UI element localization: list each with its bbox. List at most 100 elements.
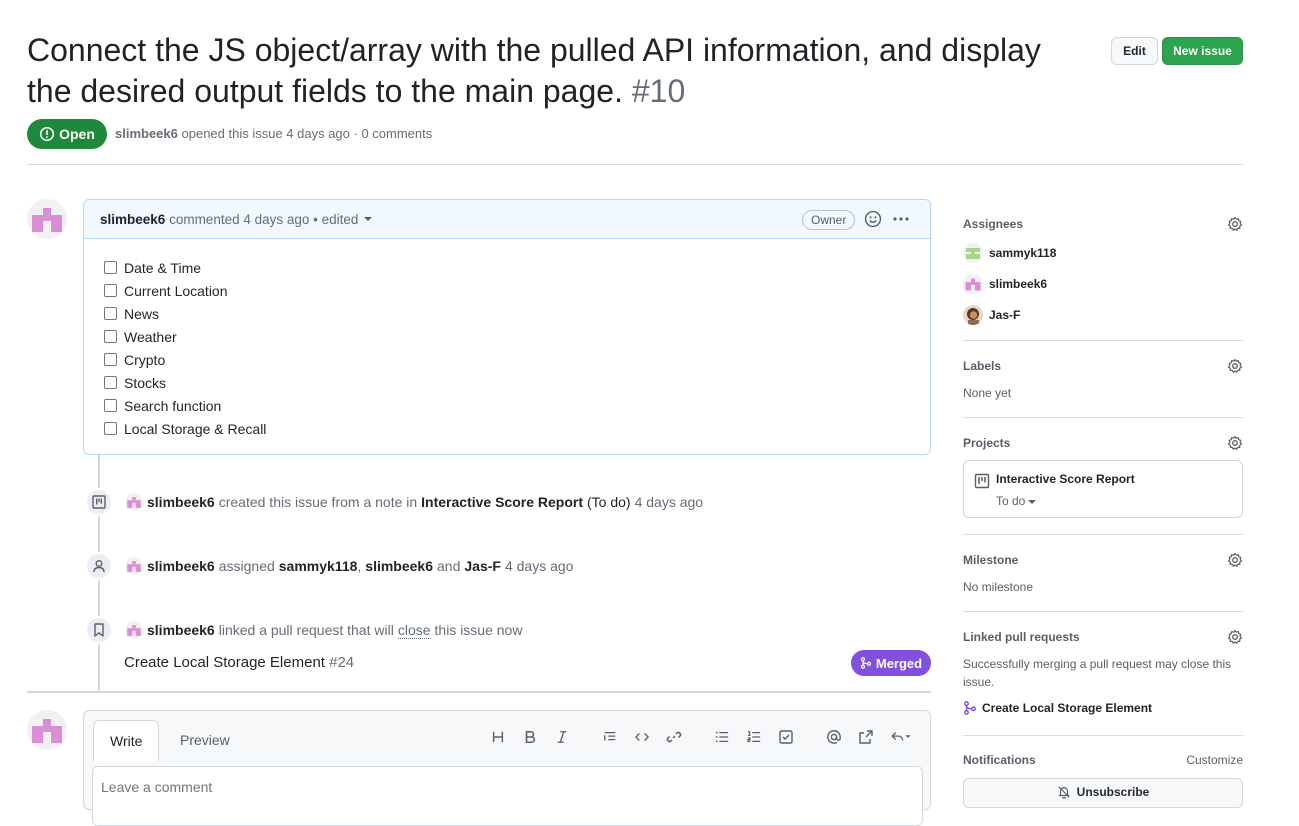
unsubscribe-button[interactable]: Unsubscribe	[963, 778, 1243, 808]
timeline-event-linked: slimbeek6 linked a pull request that wil…	[125, 621, 522, 639]
bold-icon[interactable]	[518, 725, 542, 749]
task-checkbox[interactable]	[104, 353, 117, 366]
new-issue-button[interactable]: New issue	[1162, 37, 1243, 65]
assignee-item[interactable]: Jas-F	[963, 305, 1056, 325]
task-checkbox[interactable]	[104, 376, 117, 389]
saved-replies-icon[interactable]	[886, 725, 916, 749]
actor-avatar[interactable]	[125, 621, 143, 639]
task-checkbox[interactable]	[104, 399, 117, 412]
current-user-avatar[interactable]	[27, 710, 67, 750]
task-checkbox[interactable]	[104, 422, 117, 435]
timeline-event-assigned: slimbeek6 assigned sammyk118, slimbeek6 …	[125, 557, 573, 575]
mention-icon[interactable]	[822, 725, 846, 749]
linked-prs-title[interactable]: Linked pull requests	[963, 630, 1243, 646]
assignee-name: sammyk118	[989, 246, 1057, 260]
milestone-title[interactable]: Milestone	[963, 553, 1243, 569]
project-name[interactable]: Interactive Score Report	[996, 472, 1135, 486]
assignee-item[interactable]: sammyk118	[963, 243, 1056, 263]
numbered-list-icon[interactable]	[742, 725, 766, 749]
task-label: Current Location	[124, 282, 228, 299]
close-keyword: close	[397, 621, 431, 639]
sidebar-divider	[963, 340, 1243, 341]
more-options-icon[interactable]	[892, 212, 910, 226]
chevron-down-icon	[1028, 499, 1037, 504]
gear-icon[interactable]	[1227, 552, 1243, 568]
event-project-column[interactable]: (To do)	[587, 494, 631, 510]
comment-action-text: commented 4 days ago • edited	[169, 211, 359, 227]
event-text: assigned	[218, 558, 275, 574]
task-label: Crypto	[124, 351, 166, 368]
assignee-item[interactable]: slimbeek6	[963, 274, 1056, 294]
gear-icon[interactable]	[1227, 216, 1243, 232]
edit-history-dropdown-icon[interactable]	[364, 217, 373, 221]
cross-reference-icon[interactable]	[854, 725, 878, 749]
issue-author-link[interactable]: slimbeek6	[115, 126, 178, 141]
task-label: Stocks	[124, 374, 167, 391]
assigned-user[interactable]: slimbeek6	[365, 558, 433, 574]
tab-preview[interactable]: Preview	[164, 720, 246, 760]
comment-author[interactable]: slimbeek6	[100, 212, 165, 227]
project-card[interactable]: Interactive Score Report To do	[963, 460, 1243, 518]
pr-number[interactable]: #24	[329, 654, 354, 671]
labels-title[interactable]: Labels	[963, 359, 1243, 375]
issue-number: #10	[631, 73, 686, 109]
linked-pr-item[interactable]: Create Local Storage Element	[963, 701, 1152, 715]
task-label: Local Storage & Recall	[124, 420, 267, 437]
actor-avatar[interactable]	[125, 557, 143, 575]
add-reaction-icon[interactable]	[864, 210, 882, 228]
linked-pr-link[interactable]: Create Local Storage Element #24	[124, 654, 354, 671]
gear-icon[interactable]	[1227, 629, 1243, 645]
task-label: News	[124, 305, 160, 322]
task-item: Date & Time	[104, 256, 266, 279]
customize-link[interactable]: Customize	[1186, 753, 1243, 767]
comment-author-avatar[interactable]	[27, 199, 67, 239]
task-checkbox[interactable]	[104, 261, 117, 274]
pr-title[interactable]: Create Local Storage Element	[124, 654, 325, 671]
bulleted-list-icon[interactable]	[710, 725, 734, 749]
header-divider	[27, 164, 1243, 165]
comment-editor: Write Preview Leave a comment	[83, 710, 931, 826]
avatar	[963, 243, 983, 263]
issue-opened-icon	[39, 126, 55, 142]
event-project-link[interactable]: Interactive Score Report	[421, 494, 583, 510]
git-merge-icon	[860, 657, 872, 669]
actor-avatar[interactable]	[125, 493, 143, 511]
projects-title[interactable]: Projects	[963, 436, 1243, 452]
heading-icon[interactable]	[486, 725, 510, 749]
assigned-user[interactable]: Jas-F	[464, 558, 501, 574]
task-checkbox[interactable]	[104, 330, 117, 343]
event-actor[interactable]: slimbeek6	[147, 494, 215, 510]
owner-badge: Owner	[802, 210, 856, 230]
event-and: and	[437, 558, 461, 574]
event-time[interactable]: 4 days ago	[505, 558, 574, 574]
event-time[interactable]: 4 days ago	[635, 494, 704, 510]
issue-comment: slimbeek6 commented 4 days ago • edited …	[83, 199, 931, 455]
comment-textarea[interactable]: Leave a comment	[92, 766, 923, 826]
tab-write[interactable]: Write	[93, 720, 160, 761]
gear-icon[interactable]	[1227, 435, 1243, 451]
quote-icon[interactable]	[598, 725, 622, 749]
issue-state-label: Open	[59, 126, 95, 142]
italic-icon[interactable]	[550, 725, 574, 749]
code-icon[interactable]	[630, 725, 654, 749]
assignees-title[interactable]: Assignees	[963, 217, 1243, 233]
issue-title: Connect the JS object/array with the pul…	[27, 30, 1087, 112]
assigned-user[interactable]: sammyk118	[279, 558, 358, 574]
task-list-icon[interactable]	[774, 725, 798, 749]
event-text-end: this issue now	[434, 622, 523, 638]
assignee-list: sammyk118 slimbeek6 Jas-F	[963, 243, 1056, 325]
project-status-dropdown[interactable]: To do	[996, 494, 1037, 508]
task-checkbox[interactable]	[104, 284, 117, 297]
link-icon[interactable]	[662, 725, 686, 749]
assignee-name: Jas-F	[989, 308, 1021, 322]
edit-button[interactable]: Edit	[1111, 37, 1158, 65]
event-actor[interactable]: slimbeek6	[147, 558, 215, 574]
bookmark-icon	[85, 616, 113, 644]
assignee-name: slimbeek6	[989, 277, 1048, 291]
git-merge-icon	[963, 701, 977, 715]
task-checkbox[interactable]	[104, 307, 117, 320]
sidebar-labels: Labels None yet	[963, 358, 1243, 400]
gear-icon[interactable]	[1227, 358, 1243, 374]
event-actor[interactable]: slimbeek6	[147, 622, 215, 638]
labels-value: None yet	[963, 386, 1012, 400]
